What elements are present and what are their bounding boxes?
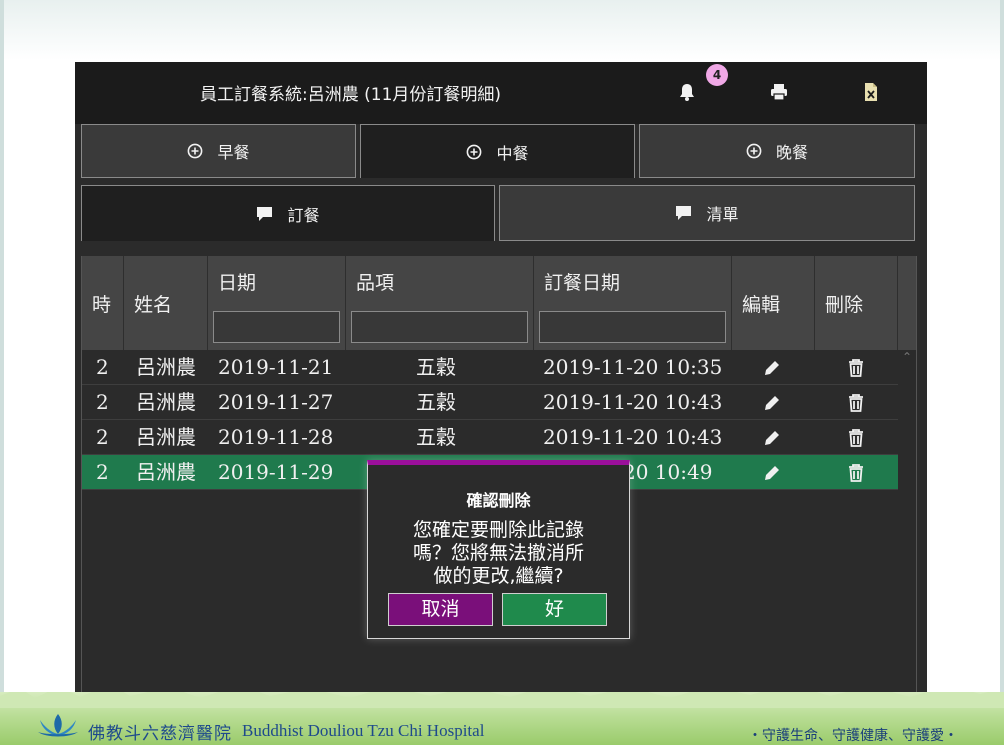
slide-frame-left <box>0 0 4 745</box>
column-edit: 編輯 <box>732 256 815 350</box>
trash-icon[interactable] <box>847 428 865 448</box>
pencil-icon[interactable] <box>762 393 782 413</box>
ok-button[interactable]: 好 <box>502 593 607 626</box>
slide-frame-right <box>1000 0 1004 745</box>
filter-date-input[interactable] <box>213 311 340 343</box>
filter-item-input[interactable] <box>351 311 528 343</box>
app-title: 員工訂餐系統:呂洲農 (11月份訂餐明細) <box>200 85 502 105</box>
printer-icon[interactable] <box>769 82 789 102</box>
comment-icon <box>257 206 273 221</box>
column-name[interactable]: 姓名 <box>124 256 208 350</box>
tab-dinner-label: 晚餐 <box>775 143 808 162</box>
column-delete: 刪除 <box>815 256 898 350</box>
hospital-logo <box>38 714 78 737</box>
pencil-icon[interactable] <box>762 358 782 378</box>
plus-circle-icon <box>467 144 482 159</box>
slide-footer: 佛教斗六慈濟醫院 Buddhist Douliou Tzu Chi Hospit… <box>0 692 1004 745</box>
grid-header: 時 姓名 日期 品項 訂餐日期 編輯 刪除 <box>82 256 916 350</box>
column-item[interactable]: 品項 <box>346 256 534 350</box>
tab-dinner[interactable]: 晚餐 <box>639 124 915 178</box>
hospital-motto: ・守護生命、守護健康、守護愛・ <box>748 728 958 744</box>
slide-background-top <box>0 0 1004 60</box>
dialog-message: 您確定要刪除此記錄 嗎？您將無法撤消所 做的更改,繼續? <box>412 519 584 587</box>
filter-order-time-input[interactable] <box>539 311 726 343</box>
comment-icon <box>676 206 692 220</box>
tab-order[interactable]: 訂餐 <box>81 185 495 241</box>
plus-circle-icon <box>746 143 762 159</box>
pencil-icon[interactable] <box>762 463 782 483</box>
notification-badge: 4 <box>706 64 728 86</box>
scroll-up-arrow[interactable]: ⌃ <box>898 350 916 368</box>
hospital-name-en: Buddhist Douliou Tzu Chi Hospital <box>242 721 485 740</box>
dialog-title: 確認刪除 <box>466 491 531 510</box>
app-header: 員工訂餐系統:呂洲農 (11月份訂餐明細) 4 <box>75 62 927 124</box>
confirm-delete-dialog: 確認刪除 您確定要刪除此記錄 嗎？您將無法撤消所 做的更改,繼續? 取消 好 <box>367 460 630 639</box>
tab-order-label: 訂餐 <box>287 205 320 225</box>
tab-breakfast[interactable]: 早餐 <box>81 124 356 178</box>
tab-lunch[interactable]: 中餐 <box>360 124 635 178</box>
pencil-icon[interactable] <box>762 428 782 448</box>
grass-decoration <box>0 692 1004 708</box>
table-row[interactable]: 2 呂洲農 2019-11-21 五穀 2019-11-20 10:35 <box>82 350 898 385</box>
trash-icon[interactable] <box>847 358 865 378</box>
hospital-name-zh: 佛教斗六慈濟醫院 <box>88 724 232 744</box>
tab-lunch-label: 中餐 <box>496 143 529 163</box>
bell-icon[interactable] <box>677 82 697 102</box>
trash-icon[interactable] <box>847 393 865 413</box>
tab-list[interactable]: 清單 <box>499 185 915 241</box>
column-date[interactable]: 日期 <box>208 256 346 350</box>
tab-breakfast-label: 早餐 <box>217 143 250 162</box>
cancel-button[interactable]: 取消 <box>388 593 493 626</box>
column-order-time[interactable]: 訂餐日期 <box>534 256 732 350</box>
column-period[interactable]: 時 <box>82 256 124 350</box>
table-row[interactable]: 2 呂洲農 2019-11-27 五穀 2019-11-20 10:43 <box>82 385 898 420</box>
plus-circle-icon <box>188 143 203 159</box>
table-row[interactable]: 2 呂洲農 2019-11-28 五穀 2019-11-20 10:43 <box>82 420 898 455</box>
tab-list-label: 清單 <box>706 205 739 224</box>
excel-icon[interactable] <box>861 82 881 102</box>
trash-icon[interactable] <box>847 463 865 483</box>
